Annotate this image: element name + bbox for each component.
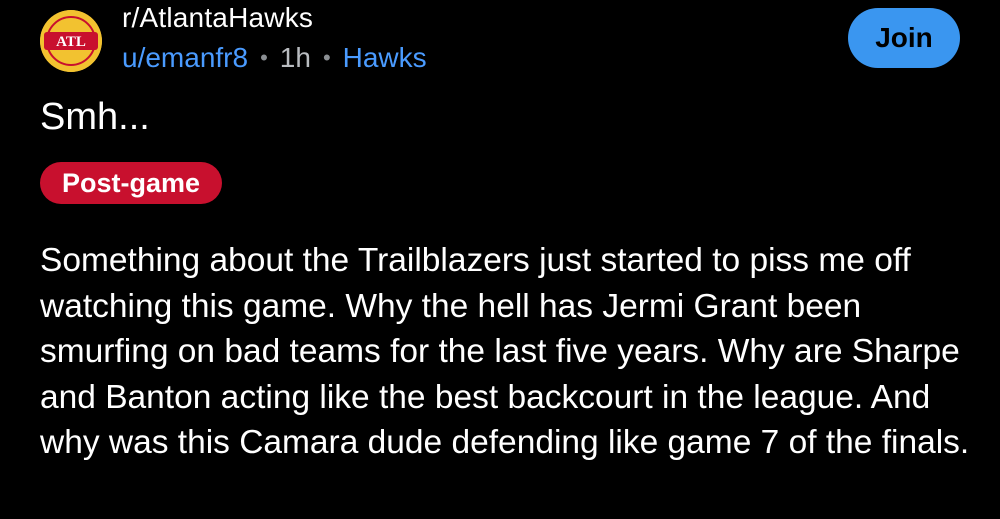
author-link[interactable]: u/emanfr8	[122, 42, 248, 74]
post-time: 1h	[279, 42, 311, 73]
meta-separator: •	[322, 45, 331, 70]
community-name[interactable]: r/AtlantaHawks	[122, 2, 313, 34]
join-button[interactable]: Join	[848, 8, 960, 68]
svg-text:ATL: ATL	[56, 34, 86, 50]
meta-separator: •	[260, 45, 268, 70]
community-avatar[interactable]: ATL	[40, 10, 102, 72]
atlanta-hawks-logo-icon: ATL	[40, 10, 102, 72]
post-flair-tag[interactable]: Post-game	[40, 162, 223, 204]
post-title[interactable]: Smh...	[40, 96, 150, 139]
post-meta: u/emanfr8 • 1h • Hawks	[122, 42, 427, 74]
user-flair[interactable]: Hawks	[343, 42, 427, 74]
post-body: Something about the Trailblazers just st…	[40, 242, 970, 461]
